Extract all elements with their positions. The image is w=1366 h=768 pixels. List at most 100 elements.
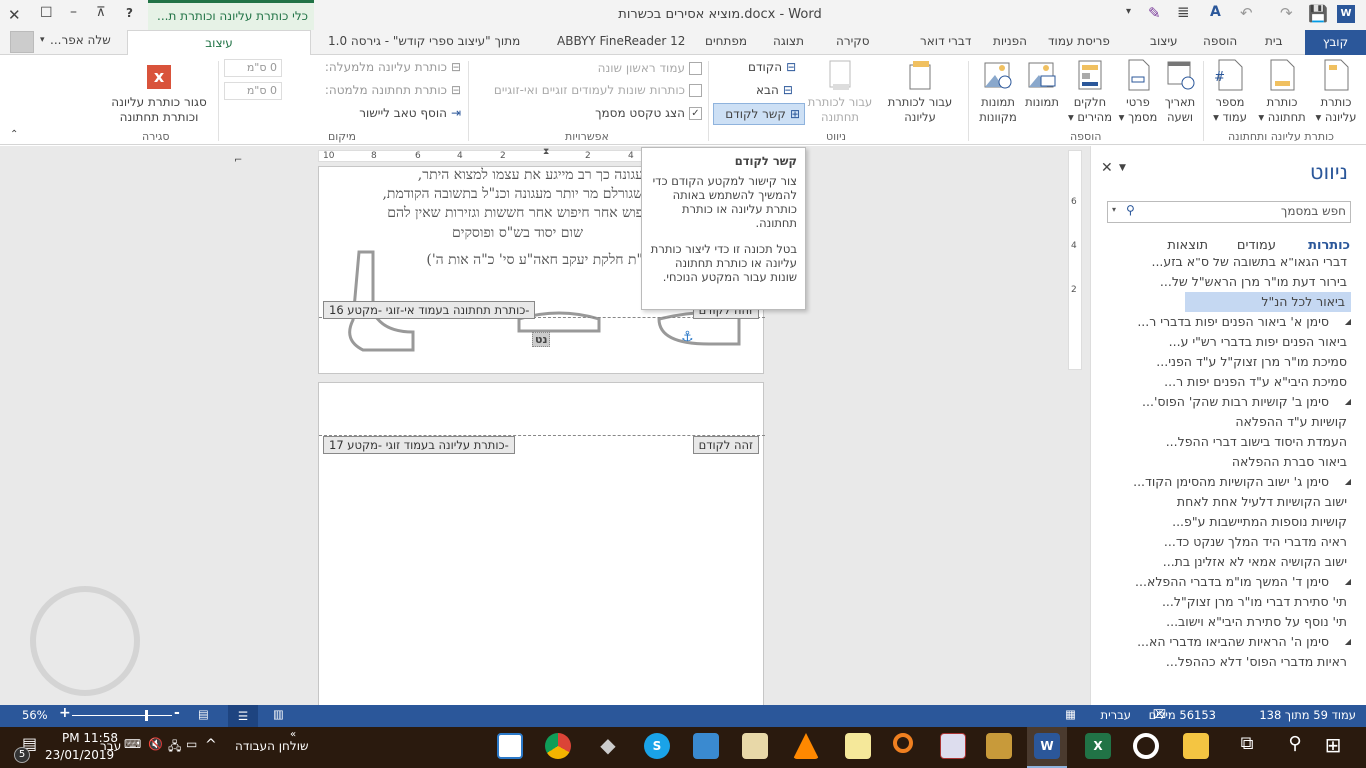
nav-heading-item[interactable]: דברי הגאו"א בתשובה של ס"א בזע... <box>1151 258 1347 272</box>
tab-insert[interactable]: הוספה <box>1203 34 1237 48</box>
search-icon[interactable]: ⚲ <box>1126 203 1135 217</box>
nav-heading-item[interactable]: ביאור הפנים יפות בדברי רש"י ע... <box>1169 332 1347 352</box>
nav-tab-results[interactable]: תוצאות <box>1167 238 1208 253</box>
tab-sifrei-kodesh[interactable]: מתוך "עיצוב ספרי קודש" - גירסה 1.0 <box>328 34 520 48</box>
zoom-out-icon[interactable]: - <box>174 705 180 721</box>
media-player-icon[interactable] <box>693 733 719 759</box>
clock-time[interactable]: PM 11:58 <box>62 731 118 745</box>
font-color-icon[interactable]: A <box>1210 4 1221 20</box>
document-area[interactable]: ⌐ 10 8 6 4 2 ⧗ 2 4 6 4 2 עגונה כך רב מיי… <box>0 146 1090 712</box>
close-pane-icon[interactable]: ✕ <box>1101 160 1113 176</box>
show-hidden-icons-chevron[interactable]: ^ <box>205 737 217 753</box>
search-document-input[interactable]: חפש במסמך ⚲ ▾ <box>1107 201 1351 223</box>
photos-icon[interactable] <box>497 733 523 759</box>
zoom-slider[interactable] <box>72 715 172 716</box>
tab-home[interactable]: בית <box>1265 34 1283 48</box>
edit-document-icon[interactable]: ✎ <box>1148 4 1161 22</box>
clock-date[interactable]: 23/01/2019 <box>45 748 114 762</box>
vlc-icon[interactable] <box>793 733 819 759</box>
nav-heading-item[interactable]: קושיות ע"ד ההפלאה <box>1235 412 1347 432</box>
close-icon[interactable]: ✕ <box>8 6 21 24</box>
show-document-text-checkbox[interactable]: ✓ הצג טקסט מסמך <box>595 106 702 120</box>
proofing-icon[interactable]: ⌧ <box>1153 707 1166 721</box>
nav-tab-headings[interactable]: כותרות <box>1308 238 1350 253</box>
desktop-toolbar[interactable]: שולחן העבודה <box>235 739 308 753</box>
expand-heading-icon[interactable]: ◢ <box>1345 397 1351 406</box>
nav-heading-item[interactable]: העמדת היסוד בישוב דברי ההפל... <box>1166 432 1347 452</box>
page-60[interactable]: -כותרת עליונה בעמוד זוגי -מקטע 17 זהה לק… <box>318 382 765 712</box>
zoom-in-icon[interactable]: + <box>59 705 71 721</box>
next-button[interactable]: ⊟ הבא <box>756 83 793 97</box>
nav-tab-pages[interactable]: עמודים <box>1237 238 1276 253</box>
nav-heading-item[interactable]: ראיות מדברי הפוס' דלא כההפל... <box>1166 652 1347 672</box>
tab-view[interactable]: תצוגה <box>773 34 804 48</box>
inkscape-icon[interactable]: ◆ <box>595 733 621 759</box>
user-menu-chevron-icon[interactable]: ▾ <box>40 35 45 45</box>
volume-muted-icon[interactable]: 🔇 <box>148 737 163 751</box>
footer-button[interactable]: כותרת תחתונה ▾ <box>1256 59 1308 125</box>
tab-file[interactable]: קובץ <box>1305 30 1366 55</box>
excel-icon[interactable]: X <box>1085 733 1111 759</box>
nav-heading-item[interactable]: סימן ד' המשך מו"מ בדברי ההפלא... <box>1135 572 1329 592</box>
close-header-footer-button[interactable]: x סגור כותרת עליונה וכותרת תחתונה <box>100 59 218 125</box>
chrome-icon[interactable] <box>545 733 571 759</box>
avatar[interactable] <box>10 31 34 53</box>
nav-heading-item[interactable]: תי' סתירת דברי מו"ר מרן זצוק"ל... <box>1162 592 1347 612</box>
language-indicator[interactable]: עברית <box>1101 708 1131 722</box>
macro-icon[interactable]: ▦ <box>1065 707 1076 721</box>
tab-developer[interactable]: מפתחים <box>705 34 747 48</box>
quick-parts-button[interactable]: חלקים מהירים ▾ <box>1064 59 1116 125</box>
help-button[interactable]: ? <box>126 6 133 20</box>
nav-heading-item[interactable]: סמיכת מו"ר מרן זצוק"ל ע"ד הפני... <box>1156 352 1347 372</box>
page-count[interactable]: עמוד 59 מתוך 138 <box>1259 708 1356 722</box>
nav-heading-item[interactable]: סימן א' ביאור הפנים יפות בדברי ר... <box>1137 312 1329 332</box>
minimize-icon[interactable]: – <box>70 4 77 20</box>
nav-heading-item[interactable]: ביאור לכל הנ"ל <box>1185 292 1351 312</box>
tab-references[interactable]: הפניות <box>993 34 1027 48</box>
nav-heading-item[interactable]: סמיכת היבי"א ע"ד הפנים יפות ר... <box>1164 372 1347 392</box>
network-icon[interactable]: 🖧 <box>168 737 181 758</box>
tab-review[interactable]: סקירה <box>836 34 870 48</box>
zoom-level[interactable]: 56% <box>22 708 48 722</box>
checkbox[interactable] <box>689 61 702 75</box>
user-name[interactable]: שלה אפר... <box>50 33 111 47</box>
media-app-icon[interactable] <box>1133 733 1159 759</box>
previous-button[interactable]: ⊟ הקודם <box>748 60 796 74</box>
tab-abbyy[interactable]: ABBYY FineReader 12 <box>557 34 685 48</box>
footer-from-bottom-input[interactable]: 0 ס"מ <box>224 82 282 100</box>
pane-options-chevron-icon[interactable]: ▼ <box>1119 163 1126 173</box>
nav-heading-item[interactable]: סימן ג' ישוב הקושיות מהסימן הקוד... <box>1133 472 1329 492</box>
task-view-icon[interactable]: ⧉ <box>1234 733 1260 759</box>
touch-keyboard-icon[interactable]: ⌨ <box>124 737 141 751</box>
search-options-chevron-icon[interactable]: ▾ <box>1112 205 1116 214</box>
checkbox-checked[interactable]: ✓ <box>689 106 702 120</box>
header-button[interactable]: כותרת עליונה ▾ <box>1310 59 1362 125</box>
save-icon[interactable]: 💾 <box>1308 4 1328 23</box>
read-mode-icon[interactable]: ▥ <box>273 707 284 721</box>
different-odd-even-checkbox[interactable]: כותרות שונות לעמודים זוגיים ואי-זוגיים <box>494 83 702 97</box>
nav-heading-item[interactable]: ישוב הקושיה אמאי לא אזלינן בת... <box>1163 552 1347 572</box>
document-info-button[interactable]: פרטי מסמך ▾ <box>1112 59 1164 125</box>
tab-stop-selector-icon[interactable]: ⌐ <box>234 155 242 166</box>
nav-heading-item[interactable]: ישוב הקושיות דלעיל אחת לאחת <box>1177 492 1347 512</box>
toolbar-expand-icon[interactable]: « <box>290 729 296 740</box>
search-app-icon[interactable] <box>893 733 913 753</box>
search-icon[interactable]: ⚲ <box>1282 733 1308 759</box>
expand-heading-icon[interactable]: ◢ <box>1345 477 1351 486</box>
expand-heading-icon[interactable]: ◢ <box>1345 577 1351 586</box>
go-to-footer-button[interactable]: עבור לכותרת תחתונה <box>800 59 880 125</box>
skype-icon[interactable]: S <box>644 733 670 759</box>
file-explorer-icon[interactable] <box>1183 733 1209 759</box>
nav-heading-item[interactable]: סימן ה' הראיות שהביאו מדברי הא... <box>1137 632 1329 652</box>
online-pictures-button[interactable]: תמונות מקוונות <box>972 59 1024 125</box>
indent-marker-icon[interactable]: ⧗ <box>543 147 549 157</box>
print-layout-icon[interactable]: ☰ <box>228 705 258 727</box>
nav-heading-item[interactable]: בירור דעת מו"ר מרן הראש"ל של... <box>1160 272 1347 292</box>
redo-icon[interactable]: ↷ <box>1280 4 1293 22</box>
tab-mailings[interactable]: דברי דואר <box>920 34 971 48</box>
tab-header-footer-design[interactable]: עיצוב <box>127 30 311 56</box>
insert-alignment-tab-button[interactable]: ⇥ הוסף טאב ליישור <box>359 106 461 120</box>
tab-design[interactable]: עיצוב <box>1150 34 1178 48</box>
paragraph-align-icon[interactable]: ≣ <box>1177 3 1190 21</box>
nav-heading-item[interactable]: תי' נוסף על סתירת היבי"א וישוב... <box>1166 612 1347 632</box>
